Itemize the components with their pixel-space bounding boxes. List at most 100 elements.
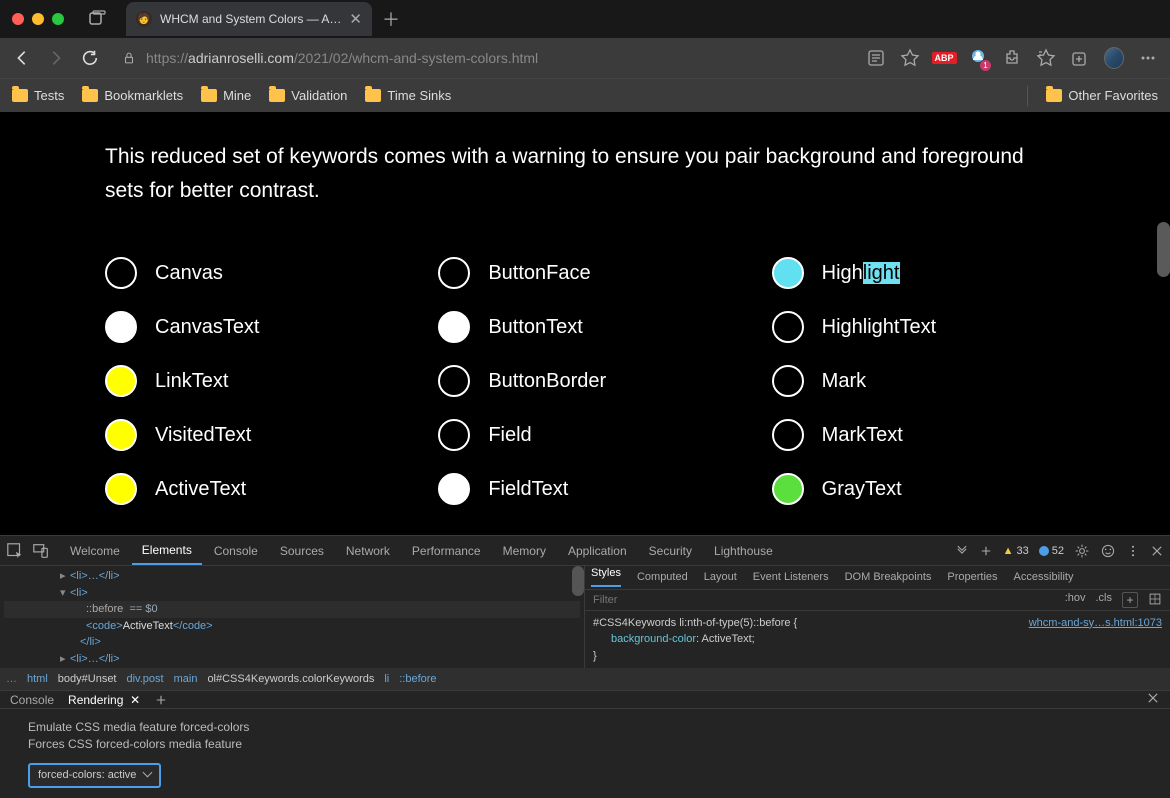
forced-colors-select[interactable]: forced-colors: active (28, 763, 161, 788)
devtools-tab-memory[interactable]: Memory (493, 538, 556, 564)
add-tab-icon[interactable] (979, 544, 993, 558)
abp-badge[interactable]: ABP (934, 48, 954, 68)
bookmark-time-sinks[interactable]: Time Sinks (365, 88, 451, 103)
breadcrumb-item[interactable]: div.post (127, 673, 164, 685)
drawer-tab-console[interactable]: Console (10, 693, 54, 707)
bookmarks-bar: Tests Bookmarklets Mine Validation Time … (0, 78, 1170, 112)
devtools-tab-elements[interactable]: Elements (132, 537, 202, 565)
elements-pane[interactable]: ▸<li>…</li> ▾<li> ::before == $0 <code>A… (0, 566, 585, 668)
new-style-rule-button[interactable]: + (1122, 592, 1138, 608)
devtools-tab-sources[interactable]: Sources (270, 538, 334, 564)
cls-toggle[interactable]: .cls (1096, 592, 1113, 608)
browser-tab[interactable]: 🧑 WHCM and System Colors — A… ✕ (126, 2, 372, 36)
swatch-label: GrayText (822, 478, 902, 501)
devtools-tab-network[interactable]: Network (336, 538, 400, 564)
warnings-count[interactable]: ▲33 (1003, 545, 1029, 557)
add-drawer-tab-icon[interactable] (154, 693, 168, 707)
bookmark-mine[interactable]: Mine (201, 88, 251, 103)
feedback-icon[interactable] (1100, 543, 1116, 559)
new-tab-button[interactable]: ＋ (382, 6, 400, 32)
notification-count: 1 (980, 60, 991, 71)
page-scrollbar[interactable] (1157, 222, 1170, 277)
devtools-tab-lighthouse[interactable]: Lighthouse (704, 538, 783, 564)
close-window-button[interactable] (12, 13, 24, 25)
bookmark-bookmarklets[interactable]: Bookmarklets (82, 88, 183, 103)
drawer-close-icon[interactable] (1146, 691, 1160, 708)
swatch-circle (772, 311, 804, 343)
bookmark-tests[interactable]: Tests (12, 88, 64, 103)
breadcrumb-item[interactable]: body#Unset (58, 673, 117, 685)
maximize-window-button[interactable] (52, 13, 64, 25)
favorites-icon[interactable] (1036, 48, 1056, 68)
swatch-circle (438, 311, 470, 343)
color-swatch: Mark (772, 365, 1065, 397)
drawer-tab-rendering[interactable]: Rendering ✕ (68, 693, 140, 707)
close-drawer-tab-icon[interactable]: ✕ (130, 693, 140, 707)
settings-icon[interactable] (1074, 543, 1090, 559)
reload-button[interactable] (80, 48, 100, 68)
styles-filter-input[interactable] (593, 594, 1055, 606)
reader-icon[interactable] (866, 48, 886, 68)
breadcrumb-item[interactable]: html (27, 673, 48, 685)
styles-filter-bar: :hov .cls + (585, 590, 1170, 611)
breadcrumb-item[interactable]: ::before (399, 673, 436, 685)
bookmark-other-favorites[interactable]: Other Favorites (1046, 88, 1158, 103)
star-icon[interactable] (900, 48, 920, 68)
tab-close-icon[interactable]: ✕ (349, 10, 362, 28)
inspect-icon[interactable] (6, 542, 24, 560)
devtools-close-icon[interactable] (1150, 544, 1164, 558)
swatch-circle (772, 365, 804, 397)
notification-icon[interactable]: 1 (968, 48, 988, 68)
address-bar[interactable]: https://adrianroselli.com/2021/02/whcm-a… (114, 43, 852, 73)
profile-avatar[interactable] (1104, 48, 1124, 68)
overflow-menu-icon[interactable] (1138, 48, 1158, 68)
devtools-tab-application[interactable]: Application (558, 538, 637, 564)
devtools-tab-performance[interactable]: Performance (402, 538, 491, 564)
devtools-tab-welcome[interactable]: Welcome (60, 538, 130, 564)
styles-tabs: Styles Computed Layout Event Listeners D… (585, 566, 1170, 590)
styles-tab-styles[interactable]: Styles (591, 567, 621, 587)
collections-icon[interactable] (1070, 48, 1090, 68)
elements-scrollbar[interactable] (572, 566, 584, 596)
swatch-circle (772, 257, 804, 289)
style-rule[interactable]: #CSS4Keywords li:nth-of-type(5)::before … (585, 611, 1170, 669)
lock-icon (122, 51, 136, 65)
color-swatch: ButtonText (438, 311, 731, 343)
styles-pane-icon[interactable] (1148, 592, 1162, 606)
swatch-label: ActiveText (155, 478, 246, 501)
tab-overview-icon[interactable] (88, 9, 108, 29)
hov-toggle[interactable]: :hov (1065, 592, 1086, 608)
chevron-down-icon (144, 768, 151, 783)
back-button[interactable] (12, 48, 32, 68)
styles-tab-dom-breakpoints[interactable]: DOM Breakpoints (845, 571, 932, 583)
source-link[interactable]: whcm-and-sy…s.html:1073 (1029, 615, 1162, 632)
devtools-tab-security[interactable]: Security (639, 538, 702, 564)
breadcrumb-item[interactable]: main (174, 673, 198, 685)
tab-title: WHCM and System Colors — A… (160, 12, 341, 26)
forward-button[interactable] (46, 48, 66, 68)
color-swatch: ActiveText (105, 473, 398, 505)
devtools-menu-icon[interactable] (1126, 544, 1140, 558)
styles-tab-properties[interactable]: Properties (947, 571, 997, 583)
extensions-icon[interactable] (1002, 48, 1022, 68)
tabs-overflow-icon[interactable] (955, 544, 969, 558)
styles-tab-accessibility[interactable]: Accessibility (1014, 571, 1074, 583)
info-count[interactable]: 52 (1039, 545, 1064, 557)
breadcrumb-item[interactable]: ol#CSS4Keywords.colorKeywords (207, 673, 374, 685)
bookmark-validation[interactable]: Validation (269, 88, 347, 103)
traffic-lights (12, 13, 64, 25)
swatch-label: Field (488, 424, 531, 447)
color-swatch: Highlight (772, 257, 1065, 289)
breadcrumb-item[interactable]: li (384, 673, 389, 685)
color-swatch: ButtonFace (438, 257, 731, 289)
swatch-label: Highlight (822, 262, 900, 285)
window-titlebar: 🧑 WHCM and System Colors — A… ✕ ＋ (0, 0, 1170, 38)
devtools-tab-console[interactable]: Console (204, 538, 268, 564)
styles-tab-layout[interactable]: Layout (704, 571, 737, 583)
minimize-window-button[interactable] (32, 13, 44, 25)
styles-tab-event-listeners[interactable]: Event Listeners (753, 571, 829, 583)
device-toggle-icon[interactable] (32, 542, 50, 560)
swatch-label: VisitedText (155, 424, 251, 447)
styles-tab-computed[interactable]: Computed (637, 571, 688, 583)
color-swatch: FieldText (438, 473, 731, 505)
